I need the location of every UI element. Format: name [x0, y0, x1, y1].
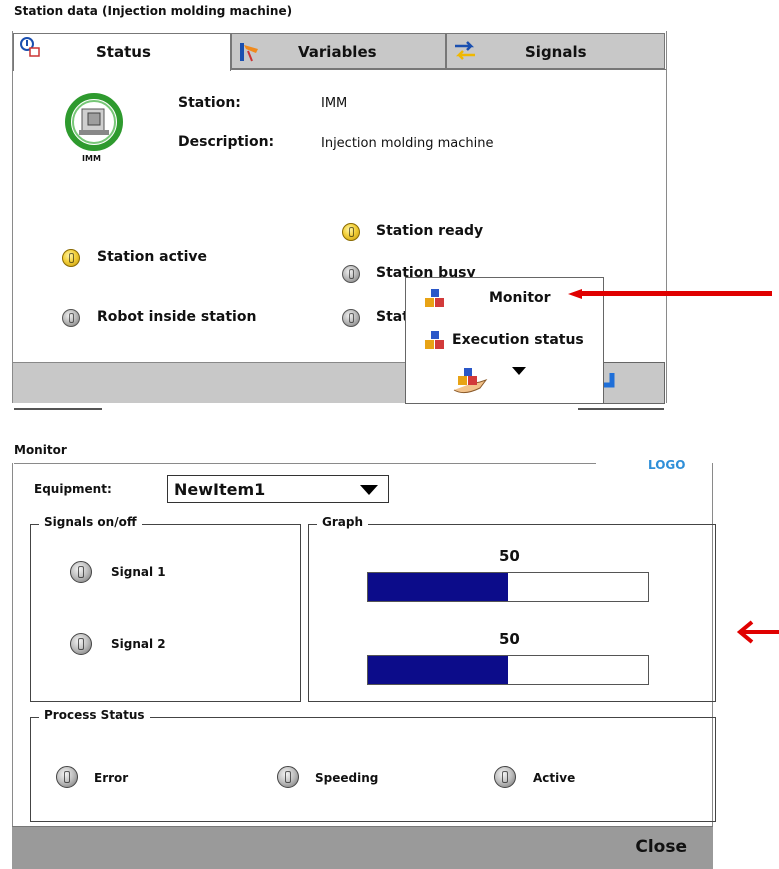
active-label: Active — [533, 771, 576, 785]
graph-bar-2-fill — [368, 656, 508, 684]
signals-group: Signals on/off Signal 1 Signal 2 — [30, 515, 301, 702]
graph-bar-2-value: 50 — [499, 630, 520, 648]
close-bar: Close — [12, 826, 713, 869]
process-status-group: Process Status Error Speeding Active — [30, 708, 716, 822]
bottom-left-edge — [14, 408, 102, 410]
graph-bar-1 — [367, 572, 649, 602]
execution-status-menu-item[interactable]: Execution status — [452, 332, 584, 348]
tab-underline — [231, 69, 666, 70]
tab-variables-label: Variables — [298, 43, 377, 61]
cubes-icon — [425, 331, 444, 349]
station-busy-indicator-icon — [342, 265, 360, 283]
close-button[interactable]: Close — [635, 837, 687, 857]
signal-2-label: Signal 2 — [111, 637, 166, 651]
graph-bar-1-fill — [368, 573, 508, 601]
error-indicator-icon — [56, 766, 78, 788]
signals-icon — [455, 41, 475, 60]
hand-cubes-icon[interactable] — [450, 366, 490, 398]
equipment-select[interactable]: NewItem1 — [167, 475, 389, 503]
station-window-title: Station data (Injection molding machine) — [14, 4, 293, 18]
signal-1-indicator-icon — [70, 561, 92, 583]
station-icon: IMM — [64, 92, 124, 170]
signal-2-indicator-icon — [70, 633, 92, 655]
monitor-title-rule — [14, 463, 596, 464]
station-badge: IMM — [82, 154, 101, 163]
tab-variables[interactable]: Variables — [231, 33, 446, 69]
graph-group: Graph 50 50 — [308, 515, 716, 702]
annotation-left-arrow-icon — [736, 620, 779, 644]
dropdown-arrow-icon[interactable] — [512, 367, 526, 375]
monitor-window-title: Monitor — [14, 443, 67, 457]
tab-status[interactable]: Status — [13, 33, 231, 71]
graph-group-title: Graph — [317, 515, 368, 529]
bottom-right-edge — [578, 408, 664, 410]
active-indicator-icon — [494, 766, 516, 788]
robot-inside-label: Robot inside station — [97, 309, 257, 325]
tab-signals[interactable]: Signals — [446, 33, 665, 69]
machine-icon — [65, 93, 123, 151]
station-ready-indicator-icon — [342, 223, 360, 241]
chevron-down-icon — [360, 485, 378, 495]
description-label: Description: — [178, 134, 275, 150]
variables-icon — [240, 43, 258, 62]
signals-group-title: Signals on/off — [39, 515, 142, 529]
signal-1-label: Signal 1 — [111, 565, 166, 579]
cubes-icon — [425, 289, 444, 307]
station-status-label: Stat — [376, 309, 409, 325]
logo: LOGO — [648, 458, 686, 472]
graph-bar-1-value: 50 — [499, 547, 520, 565]
description-value: Injection molding machine — [321, 136, 494, 151]
tab-signals-label: Signals — [525, 43, 587, 61]
station-active-indicator-icon — [62, 249, 80, 267]
graph-bar-2 — [367, 655, 649, 685]
station-status-indicator-icon — [342, 309, 360, 327]
station-active-label: Station active — [97, 249, 208, 265]
station-label: Station: — [178, 95, 241, 111]
monitor-left-edge — [12, 463, 13, 826]
monitor-menu-item[interactable]: Monitor — [489, 290, 551, 306]
equipment-label: Equipment: — [34, 482, 112, 496]
station-ready-label: Station ready — [376, 223, 484, 239]
robot-inside-indicator-icon — [62, 309, 80, 327]
speeding-indicator-icon — [277, 766, 299, 788]
status-icon — [20, 37, 40, 57]
error-label: Error — [94, 771, 129, 785]
speeding-label: Speeding — [315, 771, 379, 785]
equipment-value: NewItem1 — [174, 480, 266, 499]
station-value: IMM — [321, 96, 348, 111]
tab-status-label: Status — [96, 43, 151, 61]
annotation-arrow-line — [580, 291, 772, 296]
annotation-arrow-head-icon — [568, 289, 582, 299]
process-status-title: Process Status — [39, 708, 150, 722]
